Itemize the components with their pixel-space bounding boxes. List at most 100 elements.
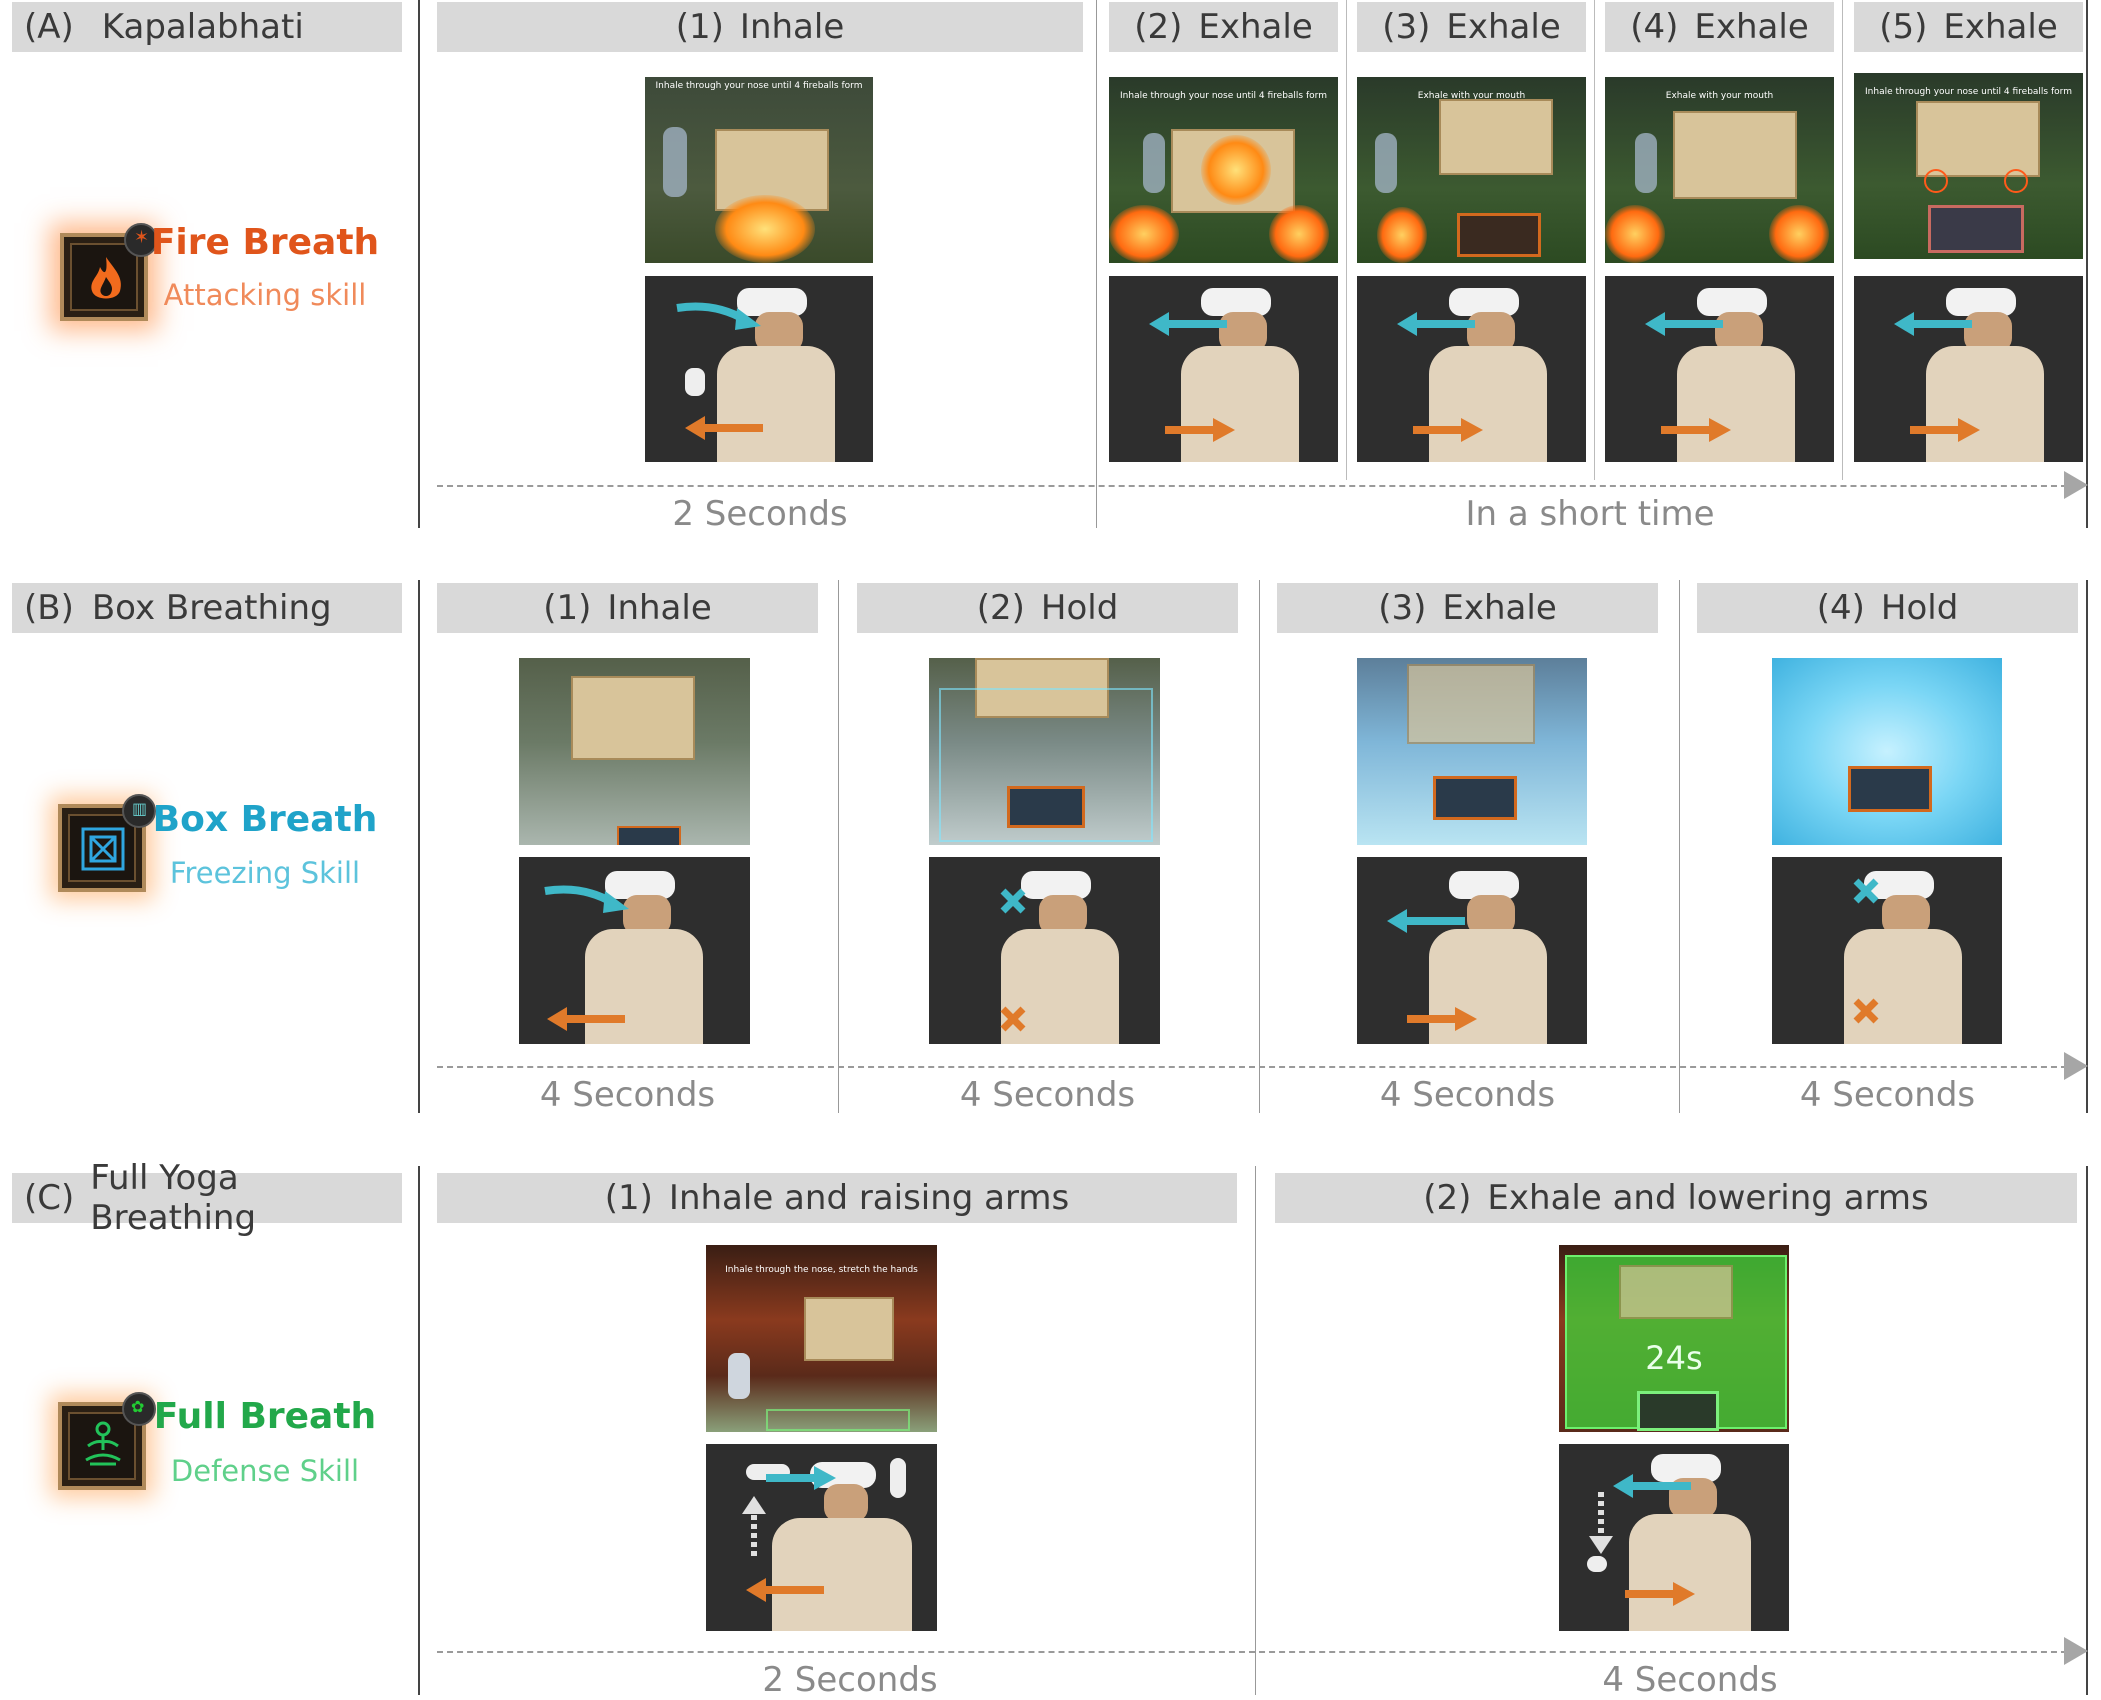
exhale-arrow-icon (547, 1007, 625, 1031)
step-header-a1: (1) Inhale (437, 2, 1083, 52)
meditation-icon (85, 1421, 121, 1466)
game-instruction: Inhale through your nose until 4 firebal… (1865, 87, 2072, 97)
step-label: Exhale (1943, 7, 2058, 47)
exhale-mouth-arrow-icon (1894, 312, 1972, 336)
exhale-mouth-arrow-icon (1397, 312, 1475, 336)
step-label: Inhale and raising arms (668, 1178, 1070, 1218)
section-b-letter: (B) (24, 588, 74, 628)
arms-down-arrow-icon (1589, 1492, 1613, 1554)
participant-photo-b4 (1772, 857, 2002, 1044)
step-label: Exhale and lowering arms (1487, 1178, 1929, 1218)
duration-b3: 4 Seconds (1379, 1075, 1556, 1115)
step-divider (1679, 580, 1680, 1113)
game-screenshot-a3: Exhale with your mouth (1357, 77, 1586, 263)
participant-photo-a3 (1357, 276, 1586, 462)
participant-photo-b3 (1357, 857, 1587, 1044)
full-breath-skill-icon: ✿ (58, 1392, 156, 1490)
inhale-arrow-icon (766, 1466, 836, 1490)
step-label: Hold (1880, 588, 1959, 628)
step-number: (1) (543, 588, 592, 628)
participant-photo-c2 (1559, 1444, 1789, 1631)
skill-subtitle-box: Freezing Skill (169, 856, 361, 890)
inhale-arrow-icon (676, 302, 761, 330)
timeline-arrow-icon (2064, 1637, 2088, 1665)
step-label: Exhale (1694, 7, 1809, 47)
step-divider (1346, 0, 1347, 480)
hold-x-icon (1853, 998, 1879, 1024)
hold-x-icon (1000, 1006, 1026, 1032)
duration-b1: 4 Seconds (539, 1075, 716, 1115)
step-number: (3) (1382, 7, 1431, 47)
step-header-a5: (5) Exhale (1854, 2, 2083, 52)
flame-icon (91, 257, 121, 299)
skill-title-fire: Fire Breath (150, 222, 380, 263)
exhale-mouth-arrow-icon (1613, 1474, 1691, 1498)
step-header-b2: (2) Hold (857, 583, 1238, 633)
game-screenshot-b2 (929, 658, 1160, 845)
duration-b2: 4 Seconds (959, 1075, 1136, 1115)
game-screenshot-a1: Inhale through your nose until 4 firebal… (645, 77, 873, 263)
participant-photo-a2 (1109, 276, 1338, 462)
step-header-b4: (4) Hold (1697, 583, 2078, 633)
section-divider (418, 1166, 420, 1695)
step-label: Inhale (739, 7, 845, 47)
step-header-a4: (4) Exhale (1605, 2, 1834, 52)
participant-photo-a1 (645, 276, 873, 462)
participant-photo-a4 (1605, 276, 1834, 462)
skill-subtitle-full: Defense Skill (170, 1454, 360, 1488)
section-a-header: (A) Kapalabhati (12, 2, 402, 52)
skill-title-full: Full Breath (153, 1396, 377, 1437)
box-icon (81, 827, 125, 871)
step-label: Hold (1040, 588, 1119, 628)
belly-arrow-icon (1407, 1007, 1477, 1031)
step-divider (1259, 580, 1260, 1113)
step-number: (4) (1630, 7, 1679, 47)
hold-x-icon (1000, 888, 1026, 914)
duration-c2: 4 Seconds (1602, 1660, 1778, 1700)
inhale-arrow-icon (544, 885, 629, 913)
timeline-c (437, 1651, 2067, 1653)
belly-arrow-icon (1625, 1582, 1695, 1606)
step-header-b1: (1) Inhale (437, 583, 818, 633)
step-label: Inhale (607, 588, 712, 628)
step-number: (1) (675, 7, 724, 47)
step-header-c2: (2) Exhale and lowering arms (1275, 1173, 2077, 1223)
timeline-arrow-icon (2064, 471, 2088, 499)
game-screenshot-c2: 24s (1559, 1245, 1789, 1432)
section-divider (418, 580, 420, 1113)
step-number: (2) (1423, 1178, 1472, 1218)
section-divider (2086, 1166, 2088, 1695)
section-a-letter: (A) (24, 7, 74, 47)
game-screenshot-c1: Inhale through the nose, stretch the han… (706, 1245, 937, 1432)
belly-arrow-icon (1165, 418, 1235, 442)
section-b-header: (B) Box Breathing (12, 583, 402, 633)
belly-arrow-icon (1910, 418, 1980, 442)
section-divider (418, 0, 420, 528)
section-divider (2086, 580, 2088, 1113)
timeline-a (437, 485, 2067, 487)
step-label: Exhale (1198, 7, 1313, 47)
section-a-title: Kapalabhati (101, 7, 304, 47)
step-divider (838, 580, 839, 1113)
exhale-mouth-arrow-icon (1149, 312, 1227, 336)
step-header-b3: (3) Exhale (1277, 583, 1658, 633)
step-number: (2) (1134, 7, 1183, 47)
game-screenshot-a4: Exhale with your mouth (1605, 77, 1834, 263)
section-c-letter: (C) (24, 1178, 75, 1218)
participant-photo-b1 (519, 857, 750, 1044)
duration-b4: 4 Seconds (1799, 1075, 1976, 1115)
game-instruction: Inhale through your nose until 4 firebal… (1120, 91, 1327, 101)
skill-title-box: Box Breath (152, 799, 378, 840)
duration-a1: 2 Seconds (672, 494, 848, 534)
fire-breath-skill-icon: ✶ (60, 223, 158, 321)
step-divider (1842, 0, 1843, 480)
exhale-mouth-arrow-icon (1387, 909, 1465, 933)
step-divider (1255, 1166, 1256, 1695)
step-header-a2: (2) Exhale (1109, 2, 1338, 52)
phase-divider (1096, 0, 1097, 528)
step-number: (5) (1879, 7, 1928, 47)
box-breath-skill-icon: ▥ (58, 794, 156, 892)
section-c-header: (C) Full Yoga Breathing (12, 1158, 402, 1238)
step-header-c1: (1) Inhale and raising arms (437, 1173, 1237, 1223)
duration-a2: In a short time (1465, 494, 1715, 534)
